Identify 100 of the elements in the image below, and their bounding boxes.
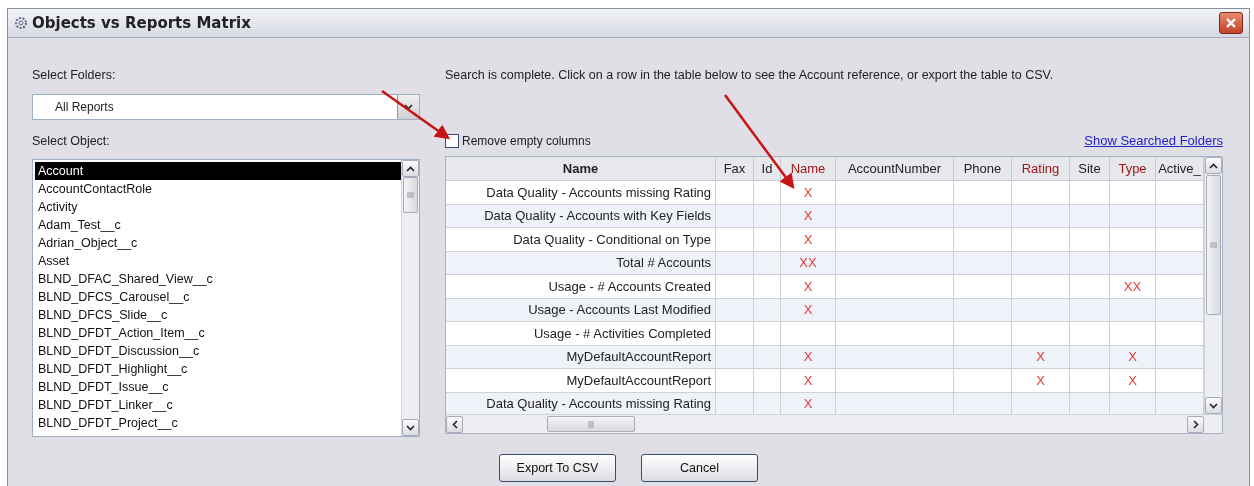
table-cell: X: [781, 204, 836, 228]
column-header[interactable]: Type: [1110, 157, 1156, 181]
scroll-thumb[interactable]: [1206, 175, 1221, 315]
scroll-up-button[interactable]: [1205, 157, 1222, 174]
column-header[interactable]: Rating: [1012, 157, 1070, 181]
scroll-left-button[interactable]: [446, 415, 463, 433]
list-item[interactable]: BLND_DFCS_Slide__c: [35, 306, 401, 324]
column-header[interactable]: Id: [754, 157, 781, 181]
list-item[interactable]: BLND_DFDT_Issue__c: [35, 378, 401, 396]
caret-down-icon: [1209, 402, 1218, 409]
table-cell: Data Quality - Accounts missing Rating: [446, 392, 716, 414]
table-cell: [781, 322, 836, 346]
table-cell: [1110, 228, 1156, 252]
annotation-arrow: [381, 90, 451, 140]
table-cell: [754, 369, 781, 393]
table-cell: [1070, 251, 1110, 275]
list-item[interactable]: Adam_Test__c: [35, 216, 401, 234]
table-cell: [1012, 298, 1070, 322]
grip-icon: [1210, 241, 1217, 249]
table-cell: [716, 298, 754, 322]
window-title: Objects vs Reports Matrix: [32, 14, 251, 32]
list-item[interactable]: BLND_DFAC_Shared_View__c: [35, 270, 401, 288]
caret-down-icon: [406, 424, 415, 431]
gear-icon: [14, 16, 28, 30]
table-cell: [1070, 345, 1110, 369]
column-header[interactable]: Active_: [1156, 157, 1204, 181]
table-cell: [1012, 204, 1070, 228]
list-item[interactable]: BLND_DFDT_Action_Item__c: [35, 324, 401, 342]
list-item[interactable]: BLND_DFDT_Discussion__c: [35, 342, 401, 360]
list-item[interactable]: Adrian_Object__c: [35, 234, 401, 252]
column-header[interactable]: Site: [1070, 157, 1110, 181]
scroll-thumb[interactable]: [547, 416, 635, 432]
table-cell: [954, 181, 1012, 205]
column-header[interactable]: Name: [446, 157, 716, 181]
list-item[interactable]: Asset: [35, 252, 401, 270]
table-cell: X: [1012, 345, 1070, 369]
table-cell: [754, 345, 781, 369]
table-cell: [954, 322, 1012, 346]
table-cell: [1110, 204, 1156, 228]
dialog-button[interactable]: Cancel: [641, 454, 758, 482]
column-header[interactable]: AccountNumber: [836, 157, 954, 181]
table-cell: X: [781, 298, 836, 322]
table-cell: [716, 181, 754, 205]
list-item[interactable]: BLND_DFDT_Linker__c: [35, 396, 401, 414]
table-cell: [1012, 275, 1070, 299]
list-item[interactable]: Activity: [35, 198, 401, 216]
table-cell: X: [781, 181, 836, 205]
table-cell: [954, 275, 1012, 299]
caret-left-icon: [451, 419, 458, 429]
caret-up-icon: [1209, 162, 1218, 169]
list-item[interactable]: BLND_DFDT_Project__c: [35, 414, 401, 432]
table-cell: Usage - # Accounts Created: [446, 275, 716, 299]
caret-up-icon: [406, 165, 415, 172]
table-cell: [716, 204, 754, 228]
caret-right-icon: [1192, 419, 1199, 429]
column-header[interactable]: Phone: [954, 157, 1012, 181]
field-label: Select Folders:: [32, 68, 117, 82]
scroll-down-button[interactable]: [1205, 397, 1222, 414]
table-cell: [1070, 181, 1110, 205]
table-cell: [716, 345, 754, 369]
remove-empty-checkbox[interactable]: Remove empty columns: [445, 134, 591, 148]
table-cell: [1012, 228, 1070, 252]
table-cell: [1110, 181, 1156, 205]
table-cell: [1070, 369, 1110, 393]
list-item[interactable]: AccountContactRole: [35, 180, 401, 198]
table-cell: [954, 345, 1012, 369]
table-cell: [1012, 181, 1070, 205]
grip-icon: [587, 420, 595, 428]
field-label: Select Object:: [32, 134, 111, 148]
folder-dropdown[interactable]: All Reports: [32, 94, 420, 120]
scroll-up-button[interactable]: [402, 160, 419, 177]
table-cell: [754, 204, 781, 228]
table-cell: [716, 369, 754, 393]
table-cell: [1110, 322, 1156, 346]
scroll-down-button[interactable]: [402, 419, 419, 436]
list-item[interactable]: BLND_DFCS_Carousel__c: [35, 288, 401, 306]
table-cell: [716, 275, 754, 299]
table-cell: [1110, 298, 1156, 322]
column-header[interactable]: Name: [781, 157, 836, 181]
table-cell: [716, 322, 754, 346]
table-cell: [1012, 322, 1070, 346]
column-header[interactable]: Fax: [716, 157, 754, 181]
caret-down-icon: [404, 104, 413, 110]
table-cell: MyDefaultAccountReport: [446, 345, 716, 369]
table-cell: [754, 298, 781, 322]
table-cell: [754, 228, 781, 252]
close-button[interactable]: [1219, 12, 1243, 34]
table-cell: X: [1012, 369, 1070, 393]
scroll-thumb[interactable]: [403, 177, 418, 213]
table-cell: [954, 369, 1012, 393]
list-item[interactable]: BLND_DFDT_Highlight__c: [35, 360, 401, 378]
table-cell: Data Quality - Accounts missing Rating: [446, 181, 716, 205]
table-cell: [1070, 275, 1110, 299]
table-cell: Usage - Accounts Last Modified: [446, 298, 716, 322]
table-cell: [1070, 298, 1110, 322]
table-cell: Total # Accounts: [446, 251, 716, 275]
show-folders-link[interactable]: Show Searched Folders: [1084, 133, 1223, 148]
dialog-button[interactable]: Export To CSV: [499, 454, 616, 482]
list-item[interactable]: Account: [35, 162, 401, 180]
scroll-right-button[interactable]: [1187, 415, 1204, 433]
